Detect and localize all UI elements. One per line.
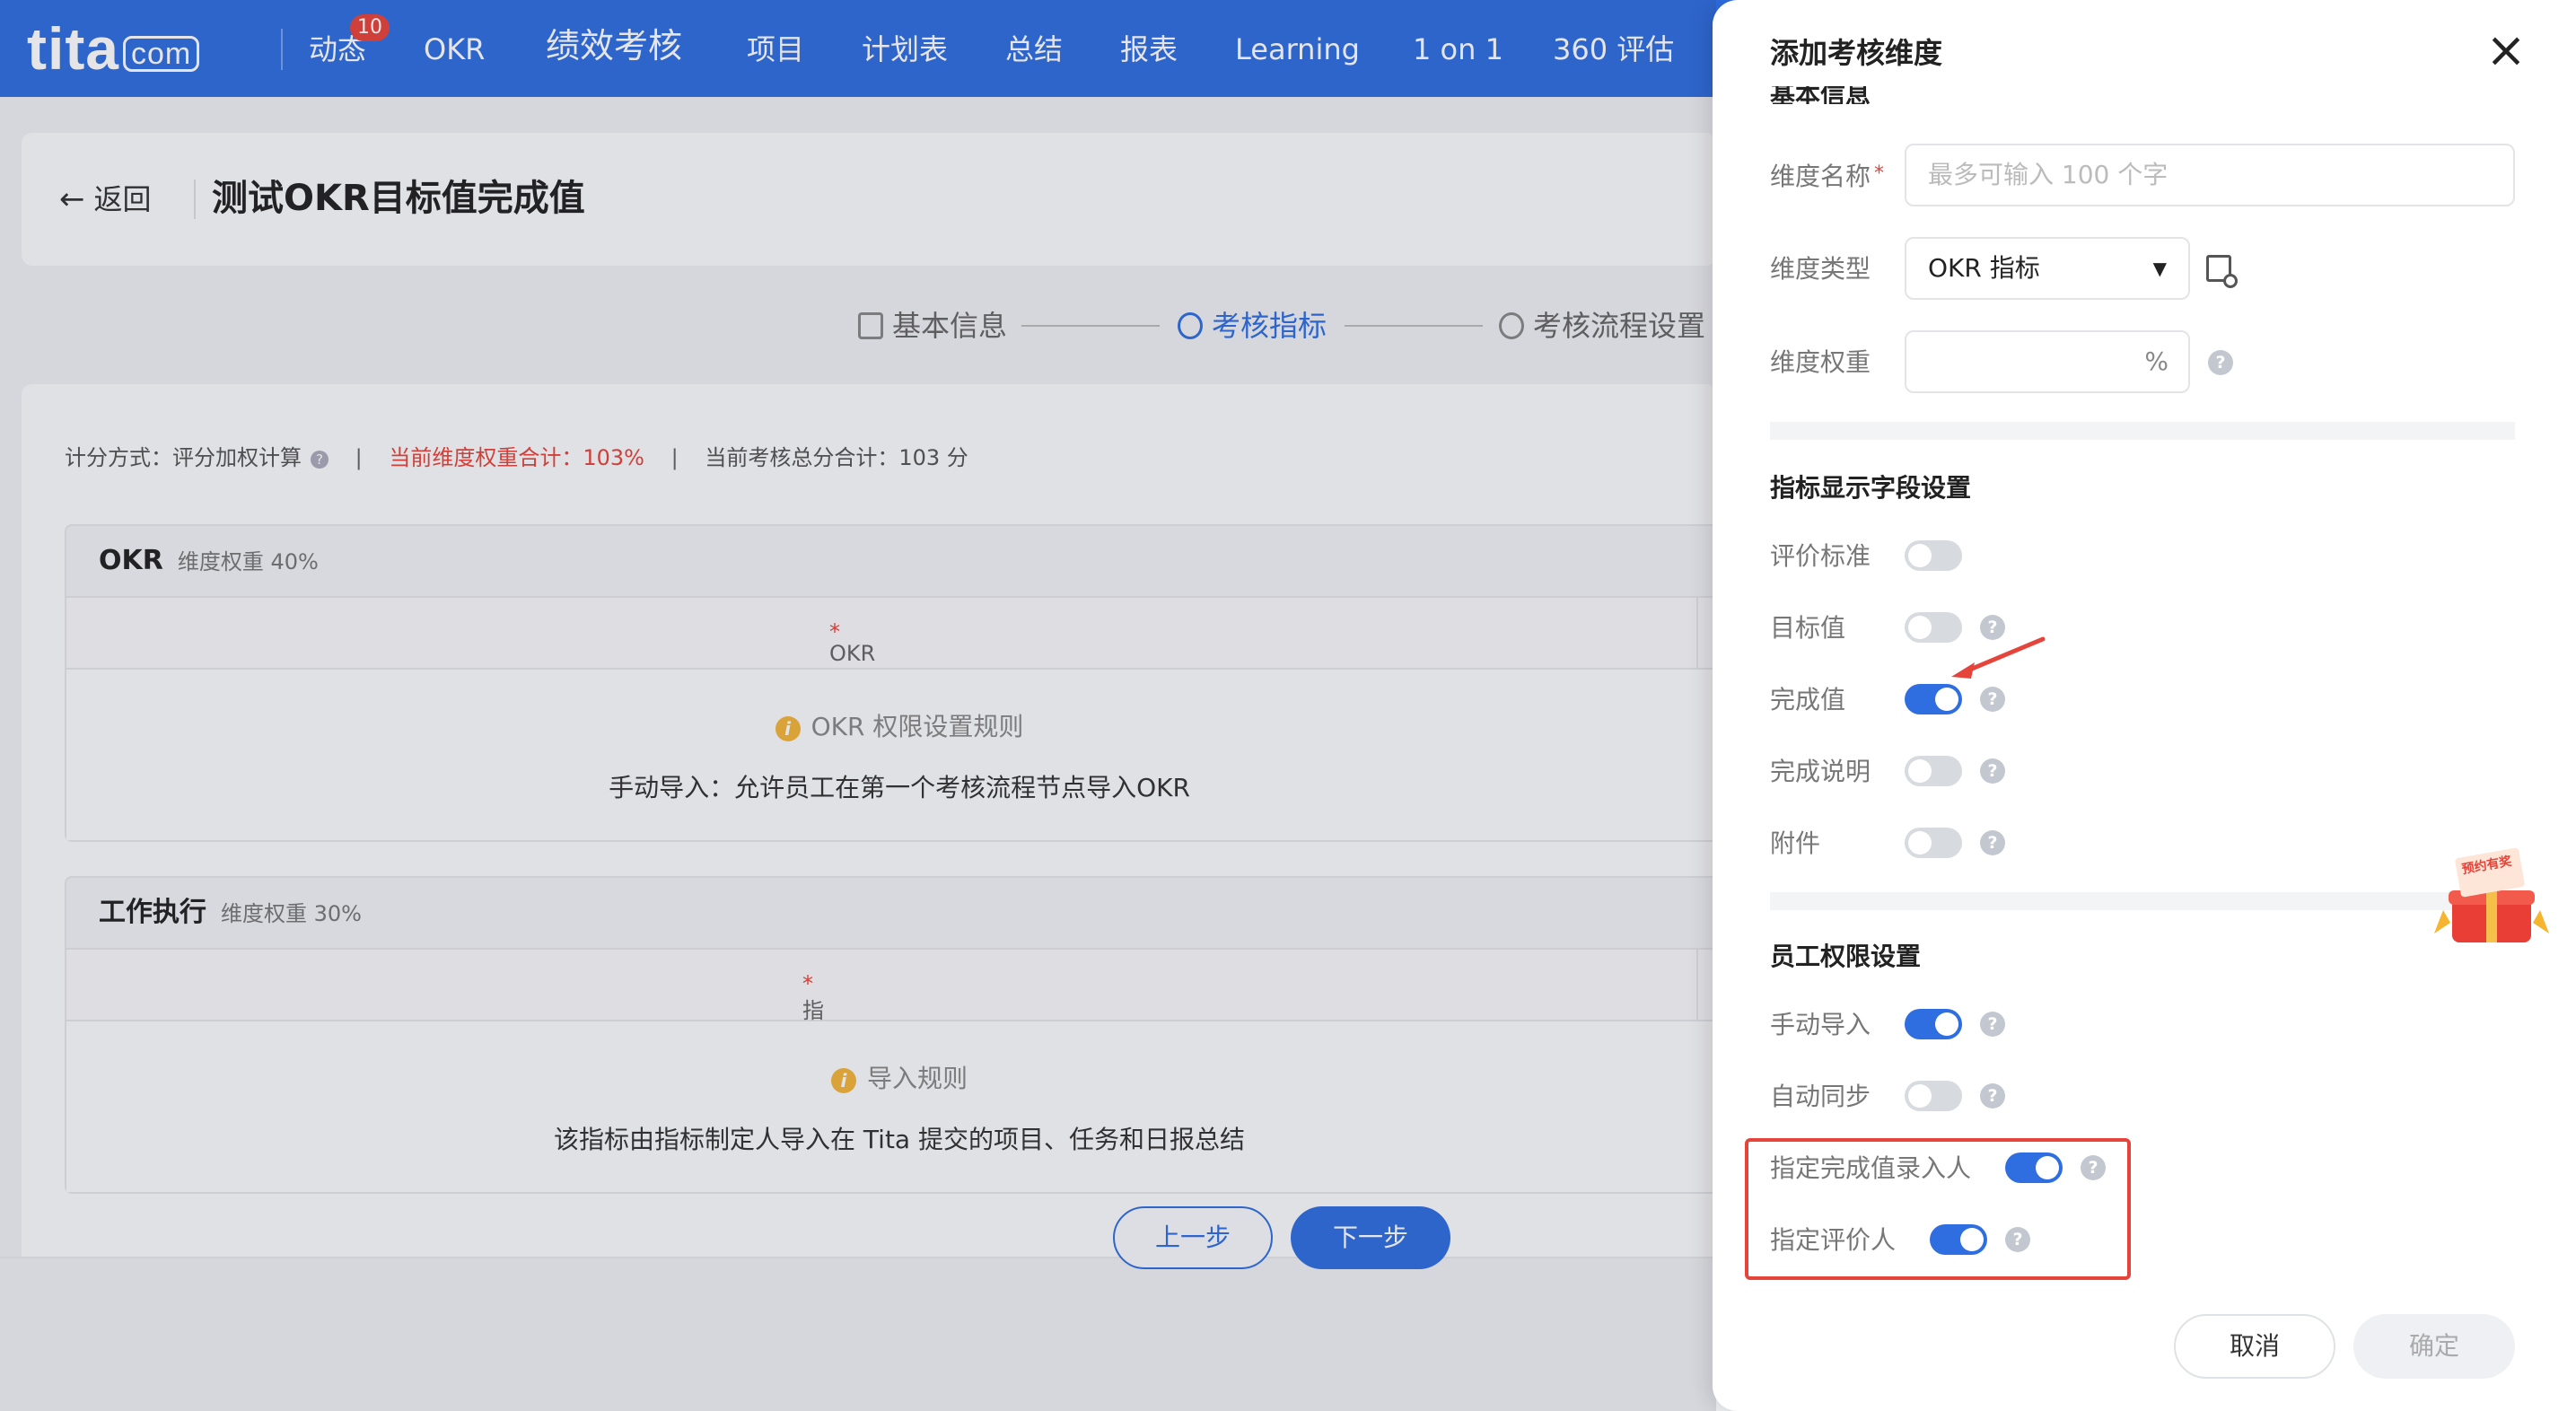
toggle-attachment[interactable]	[1905, 828, 1962, 858]
close-icon[interactable]: ×	[2481, 26, 2531, 77]
toggle-completion-note[interactable]	[1905, 756, 1962, 786]
preview-icon[interactable]	[2206, 255, 2238, 288]
gift-promo-icon[interactable]: 预约有奖	[2434, 847, 2549, 948]
dimension-type-select[interactable]: OKR 指标 ▼	[1905, 237, 2190, 300]
weight-label: 维度权重	[1770, 347, 1871, 377]
help-icon[interactable]: ?	[1980, 687, 2005, 712]
field-label-completion: 完成值	[1770, 685, 1846, 714]
modal-overlay[interactable]	[0, 0, 1716, 1411]
confirm-button[interactable]: 确定	[2353, 1314, 2515, 1379]
field-label-target: 目标值	[1770, 613, 1846, 643]
field-label-completion-note: 完成说明	[1770, 757, 1871, 786]
help-icon[interactable]: ?	[2208, 350, 2233, 375]
help-icon[interactable]: ?	[1980, 758, 2005, 784]
perm-label-auto-sync: 自动同步	[1770, 1082, 1871, 1111]
cancel-button[interactable]: 取消	[2174, 1314, 2335, 1379]
toggle-auto-sync[interactable]	[1905, 1081, 1962, 1111]
section-divider	[1770, 892, 2515, 910]
toggle-criteria[interactable]	[1905, 540, 1962, 571]
field-label-criteria: 评价标准	[1770, 541, 1871, 571]
dimension-weight-input[interactable]: %	[1905, 330, 2190, 393]
toggle-completion-value[interactable]	[1905, 684, 1962, 714]
section-basic-info: 基本信息	[1770, 86, 1871, 104]
permissions-title: 员工权限设置	[1770, 942, 1922, 971]
help-icon[interactable]: ?	[1980, 1012, 2005, 1037]
annotation-arrow-icon	[1951, 636, 2046, 679]
dimension-name-input[interactable]: 最多可输入 100 个字	[1905, 144, 2515, 206]
highlight-annotation	[1745, 1138, 2131, 1280]
perm-label-manual-import: 手动导入	[1770, 1010, 1871, 1039]
display-fields-title: 指标显示字段设置	[1770, 473, 1972, 503]
help-icon[interactable]: ?	[1980, 1083, 2005, 1109]
type-label: 维度类型	[1770, 254, 1871, 284]
section-divider	[1770, 422, 2515, 440]
name-label: 维度名称 *	[1770, 162, 1885, 191]
toggle-manual-import[interactable]	[1905, 1009, 1962, 1039]
field-label-attachment: 附件	[1770, 828, 1821, 858]
drawer-title: 添加考核维度	[1770, 36, 1943, 70]
help-icon[interactable]: ?	[1980, 830, 2005, 855]
caret-down-icon: ▼	[2152, 258, 2167, 279]
